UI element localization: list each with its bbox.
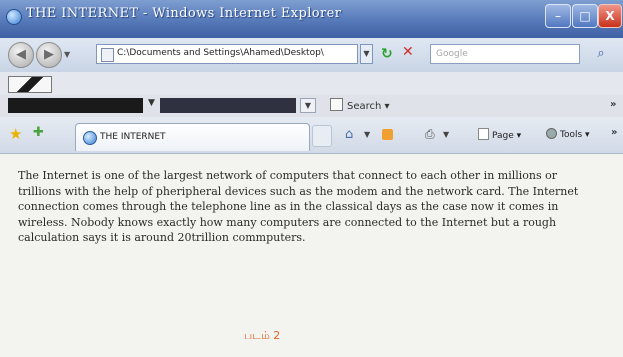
tab-the-internet[interactable]: THE INTERNET [75, 123, 310, 151]
tools-label: Tools [560, 130, 583, 140]
toolbar-field-dropdown[interactable]: ▼ [300, 98, 316, 113]
home-dropdown-icon[interactable]: ▼ [364, 130, 370, 139]
tools-menu-button[interactable]: Tools ▾ [546, 128, 590, 140]
page-label: Page [492, 131, 514, 141]
back-button[interactable]: ◀ [8, 42, 34, 68]
tabbar-more-icon[interactable]: » [611, 127, 617, 138]
toolbar-brand-logo [8, 98, 143, 113]
page-content: The Internet is one of the largest netwo… [0, 154, 623, 357]
address-url[interactable]: C:\Documents and Settings\Ahamed\Desktop… [117, 48, 324, 58]
print-dropdown-icon[interactable]: ▼ [443, 130, 449, 139]
toolbar-search-button[interactable]: Search ▾ [330, 98, 410, 113]
page-icon [478, 128, 489, 140]
browser-window: THE INTERNET - Windows Internet Explorer… [0, 0, 623, 357]
toolbar-search-field[interactable] [160, 98, 296, 113]
search-placeholder: Google [436, 49, 468, 59]
search-toolbar: ▼ ▼ Search ▾ » [0, 95, 623, 117]
address-bar[interactable]: C:\Documents and Settings\Ahamed\Desktop… [96, 44, 358, 64]
close-button[interactable]: X [598, 4, 622, 28]
window-title: THE INTERNET - Windows Internet Explorer [26, 6, 342, 21]
search-icon [330, 98, 343, 111]
page-icon [101, 48, 114, 62]
back-arrow-icon: ◀ [16, 47, 26, 62]
toolbar-strip [0, 72, 623, 96]
maximize-button[interactable]: □ [572, 4, 598, 28]
refresh-icon[interactable]: ↻ [381, 46, 393, 62]
internet-paragraph: The Internet is one of the largest netwo… [18, 169, 579, 245]
new-tab-button[interactable] [312, 125, 332, 147]
brand-dropdown-icon[interactable]: ▼ [148, 98, 155, 108]
minimize-button[interactable]: – [545, 4, 571, 28]
feeds-icon[interactable] [382, 129, 393, 140]
history-dropdown-icon[interactable]: ▼ [64, 50, 70, 59]
toolbar-logo [8, 76, 52, 93]
tab-title: THE INTERNET [100, 132, 166, 142]
print-icon[interactable]: ⎙ [425, 127, 435, 142]
add-favorites-icon[interactable]: ✚ [33, 125, 44, 140]
toolbar-search-label: Search [347, 101, 382, 112]
ie-page-icon [83, 131, 97, 145]
search-dropdown-icon: ▾ [384, 101, 390, 112]
home-icon[interactable]: ⌂ [345, 127, 353, 142]
page-menu-button[interactable]: Page ▾ [478, 128, 521, 141]
address-row: ◀ ▶ ▼ C:\Documents and Settings\Ahamed\D… [0, 38, 623, 72]
forward-button[interactable]: ▶ [36, 42, 62, 68]
title-bar: THE INTERNET - Windows Internet Explorer… [0, 0, 623, 38]
address-dropdown-button[interactable]: ▼ [360, 44, 373, 64]
ie-logo-icon [6, 9, 22, 25]
search-input[interactable]: Google [430, 44, 580, 64]
stop-icon[interactable]: ✕ [402, 44, 414, 60]
gear-icon [546, 128, 557, 139]
search-button[interactable]: ⌕ [586, 44, 616, 64]
figure-caption: படம் 2 [244, 329, 281, 342]
tab-bar: ★ ✚ THE INTERNET ⌂ ▼ ⎙ ▼ Page ▾ Tools ▾ … [0, 117, 623, 154]
magnifier-icon: ⌕ [597, 46, 605, 61]
forward-arrow-icon: ▶ [44, 47, 54, 62]
favorites-star-icon[interactable]: ★ [9, 125, 22, 143]
toolbar-more-icon[interactable]: » [610, 99, 616, 110]
